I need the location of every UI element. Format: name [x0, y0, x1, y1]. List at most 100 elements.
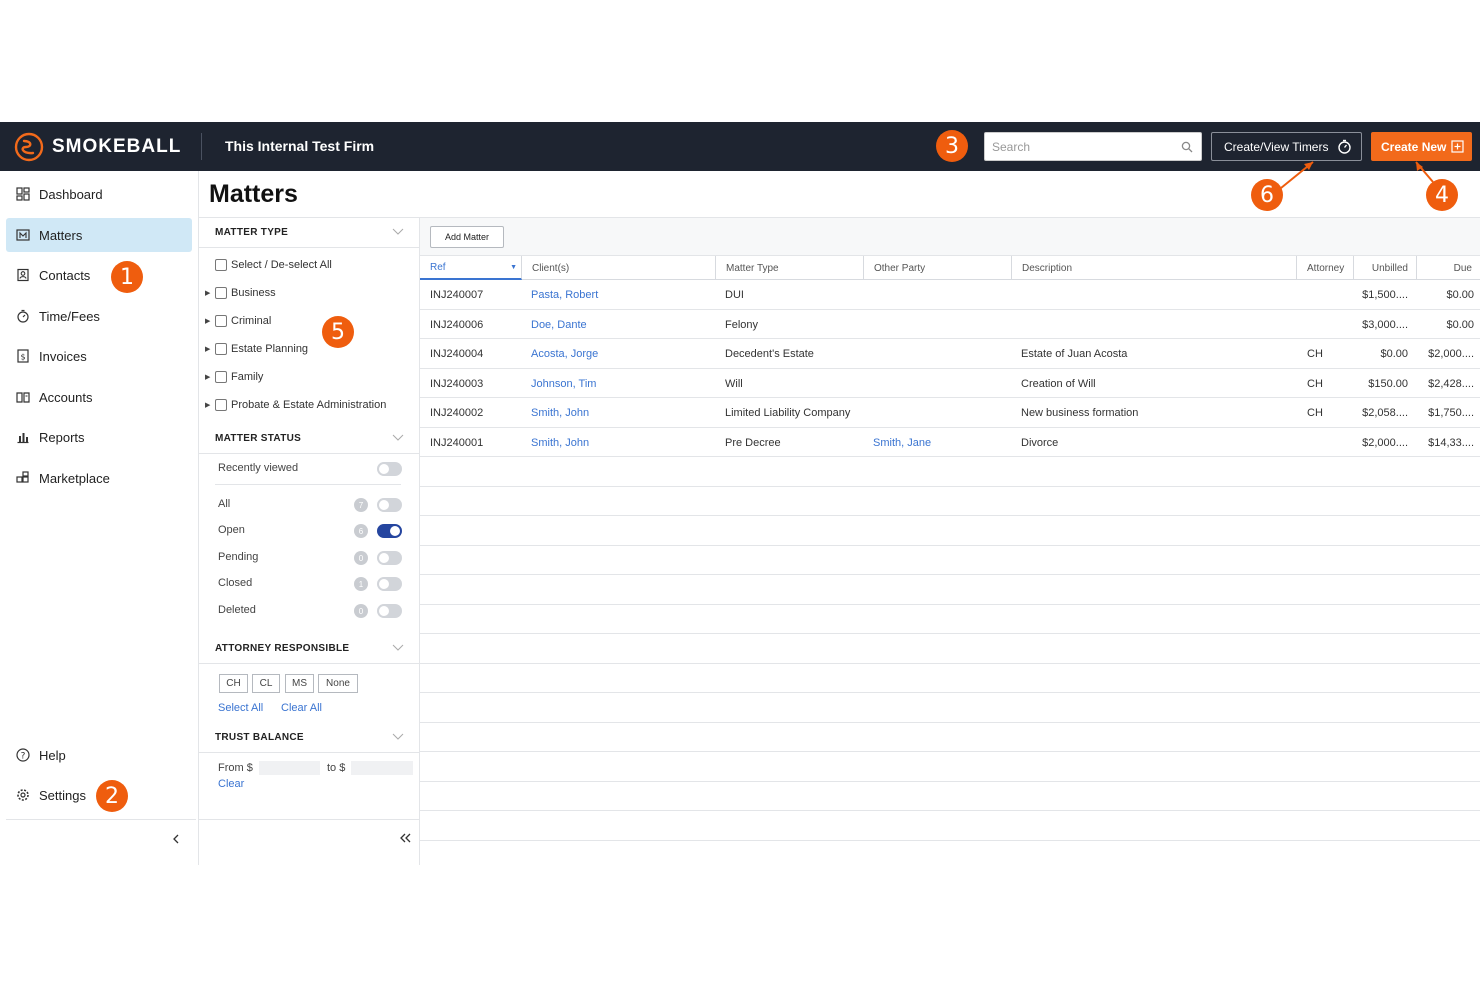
trust-balance-title: TRUST BALANCE — [215, 732, 304, 743]
criminal-checkbox[interactable] — [215, 315, 227, 327]
matter-type-title: MATTER TYPE — [215, 227, 289, 238]
column-header-label: Client(s) — [532, 262, 570, 274]
table-row[interactable]: INJ240007 Pasta, Robert DUI $1,500.... $… — [420, 280, 1480, 310]
family-checkbox[interactable] — [215, 371, 227, 383]
column-header-other-party[interactable]: Other Party — [864, 256, 1012, 280]
expand-caret-icon[interactable]: ▶ — [205, 373, 215, 381]
business-checkbox[interactable] — [215, 287, 227, 299]
cell-client-link[interactable]: Johnson, Tim — [531, 378, 596, 390]
sidebar-item-matters[interactable]: Matters — [6, 218, 192, 252]
matter-type-estate-planning[interactable]: ▶ Estate Planning — [205, 340, 308, 358]
probate-checkbox[interactable] — [215, 399, 227, 411]
add-matter-button[interactable]: Add Matter — [430, 226, 504, 248]
expand-caret-icon[interactable]: ▶ — [205, 289, 215, 297]
table-row[interactable]: INJ240002 Smith, John Limited Liability … — [420, 398, 1480, 428]
column-header-matter-type[interactable]: Matter Type — [716, 256, 864, 280]
create-view-timers-button[interactable]: Create/View Timers — [1211, 132, 1362, 161]
cell-description: Creation of Will — [1021, 377, 1096, 390]
sidebar-item-label: Accounts — [39, 389, 93, 405]
recently-viewed-toggle[interactable] — [377, 462, 402, 476]
cell-client-link[interactable]: Smith, John — [531, 437, 589, 449]
recently-viewed-label: Recently viewed — [218, 462, 299, 474]
cell-ref: INJ240003 — [430, 377, 484, 390]
column-header-attorney[interactable]: Attorney — [1297, 256, 1354, 280]
column-header-ref[interactable]: Ref ▼ — [420, 256, 522, 280]
collapse-sidebar-icon[interactable] — [169, 832, 183, 846]
empty-row — [420, 487, 1480, 516]
select-all-checkbox[interactable] — [215, 259, 227, 271]
status-toggle-closed[interactable] — [377, 577, 402, 591]
matter-type-probate[interactable]: ▶ Probate & Estate Administration — [205, 396, 386, 414]
status-toggle-open[interactable] — [377, 524, 402, 538]
table-row[interactable]: INJ240003 Johnson, Tim Will Creation of … — [420, 369, 1480, 398]
attorney-select-all-link[interactable]: Select All — [218, 702, 263, 714]
status-row-closed: Closed 1 — [218, 575, 402, 593]
sidebar-item-accounts[interactable]: Accounts — [6, 380, 192, 414]
attorney-section-header[interactable]: ATTORNEY RESPONSIBLE — [199, 634, 420, 664]
expand-caret-icon[interactable]: ▶ — [205, 345, 215, 353]
trust-balance-section-header[interactable]: TRUST BALANCE — [199, 723, 420, 753]
cell-ref: INJ240002 — [430, 407, 484, 419]
expand-caret-icon[interactable]: ▶ — [205, 317, 215, 325]
sidebar-item-dashboard[interactable]: Dashboard — [6, 177, 192, 211]
empty-row — [420, 575, 1480, 605]
sidebar-item-label: Time/Fees — [39, 308, 100, 324]
column-header-unbilled[interactable]: Unbilled — [1354, 256, 1417, 280]
matters-icon — [16, 229, 30, 241]
plus-box-icon — [1451, 140, 1464, 153]
matter-type-business[interactable]: ▶ Business — [205, 284, 276, 302]
column-header-label: Attorney — [1307, 262, 1345, 274]
trust-to-input[interactable] — [351, 761, 413, 775]
matter-status-section-header[interactable]: MATTER STATUS — [199, 424, 420, 454]
svg-text:?: ? — [21, 751, 26, 761]
matter-type-criminal[interactable]: ▶ Criminal — [205, 312, 271, 330]
cell-ref: INJ240001 — [430, 436, 484, 449]
cell-other-party[interactable]: Smith, Jane — [873, 437, 931, 449]
empty-row — [420, 516, 1480, 546]
sidebar-item-marketplace[interactable]: Marketplace — [6, 461, 192, 495]
app-window: SMOKEBALL This Internal Test Firm Create… — [0, 122, 1480, 865]
column-header-description[interactable]: Description — [1012, 256, 1297, 280]
select-all-types-row[interactable]: Select / De-select All — [215, 256, 332, 274]
sidebar-item-help[interactable]: ? Help — [6, 738, 192, 772]
attorney-none-button[interactable]: None — [318, 674, 358, 693]
matter-type-family[interactable]: ▶ Family — [205, 368, 263, 386]
expand-caret-icon[interactable]: ▶ — [205, 401, 215, 409]
cell-client-link[interactable]: Pasta, Robert — [531, 289, 598, 301]
cell-ref: INJ240007 — [430, 289, 484, 301]
trust-clear-link[interactable]: Clear — [218, 778, 244, 790]
collapse-filters-icon[interactable] — [397, 831, 413, 845]
search-icon[interactable] — [1181, 141, 1193, 153]
table-toolbar: Add Matter — [420, 218, 1480, 256]
column-header-clients[interactable]: Client(s) — [522, 256, 716, 280]
sidebar-item-reports[interactable]: Reports — [6, 420, 192, 454]
trust-from-input[interactable] — [259, 761, 320, 775]
table-row[interactable]: INJ240004 Acosta, Jorge Decedent's Estat… — [420, 339, 1480, 369]
attorney-clear-all-link[interactable]: Clear All — [281, 702, 322, 714]
attorney-cl-button[interactable]: CL — [252, 674, 280, 693]
sidebar-item-contacts[interactable]: Contacts — [6, 258, 192, 292]
cell-unbilled: $3,000.... — [1362, 318, 1408, 331]
cell-client-link[interactable]: Doe, Dante — [531, 319, 587, 331]
search-input[interactable] — [985, 133, 1165, 160]
create-new-button[interactable]: Create New — [1371, 132, 1472, 161]
cell-client-link[interactable]: Acosta, Jorge — [531, 348, 598, 360]
callout-badge-1: 1 — [111, 261, 143, 293]
matter-type-section-header[interactable]: MATTER TYPE — [199, 218, 420, 248]
column-header-due[interactable]: Due — [1417, 256, 1480, 280]
attorney-ch-button[interactable]: CH — [219, 674, 248, 693]
estate-planning-checkbox[interactable] — [215, 343, 227, 355]
sidebar-item-time-fees[interactable]: Time/Fees — [6, 299, 192, 333]
recently-viewed-row: Recently viewed — [218, 460, 402, 478]
status-toggle-deleted[interactable] — [377, 604, 402, 618]
sidebar-item-invoices[interactable]: $ Invoices — [6, 339, 192, 373]
smokeball-logo[interactable]: SMOKEBALL — [14, 132, 181, 162]
filters-divider — [199, 819, 420, 820]
status-toggle-all[interactable] — [377, 498, 402, 512]
table-row[interactable]: INJ240006 Doe, Dante Felony $3,000.... $… — [420, 310, 1480, 339]
attorney-ms-button[interactable]: MS — [285, 674, 314, 693]
callout-badge-5: 5 — [322, 316, 354, 348]
status-toggle-pending[interactable] — [377, 551, 402, 565]
table-row[interactable]: INJ240001 Smith, John Pre Decree Smith, … — [420, 428, 1480, 457]
cell-client-link[interactable]: Smith, John — [531, 407, 589, 419]
